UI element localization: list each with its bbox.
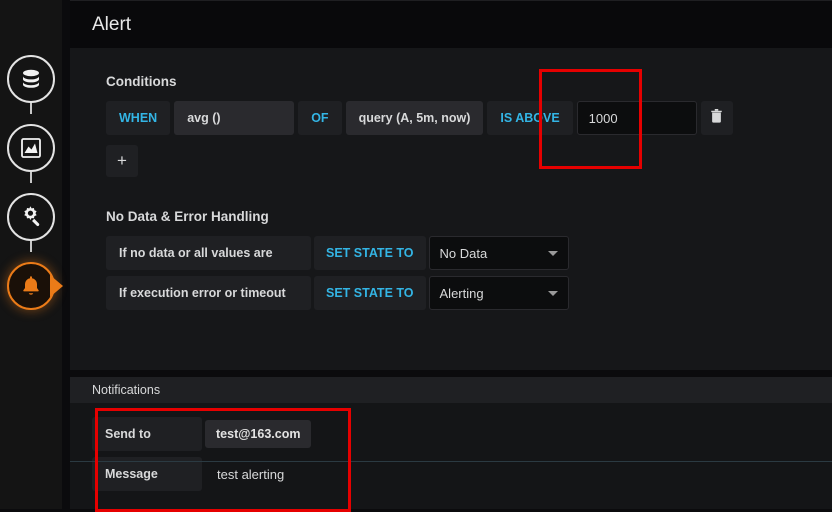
alert-step-circle[interactable] xyxy=(7,262,55,310)
conditions-header: Conditions xyxy=(106,74,832,89)
notifications-panel: Notifications Send to test@163.com Messa… xyxy=(70,377,832,509)
condition-row: WHEN avg () OF query (A, 5m, now) IS ABO… xyxy=(106,101,832,135)
database-icon xyxy=(19,67,43,91)
condition-threshold-input[interactable]: 1000 xyxy=(577,101,697,135)
alert-panel: Alert Conditions WHEN avg () OF query (A… xyxy=(70,0,832,370)
message-label: Message xyxy=(92,457,202,491)
graph-icon xyxy=(19,136,43,160)
datasource-step-circle[interactable] xyxy=(7,55,55,103)
section-spacer xyxy=(106,177,832,209)
alert-panel-body: Conditions WHEN avg () OF query (A, 5m, … xyxy=(70,48,832,310)
condition-reducer-select[interactable]: avg () xyxy=(174,101,294,135)
handling-state-value: No Data xyxy=(440,246,488,261)
notification-message-row: Message test alerting xyxy=(92,457,832,491)
page-title: Alert xyxy=(92,14,131,36)
handling-condition-label: If execution error or timeout xyxy=(106,276,311,310)
general-settings-step-circle[interactable] xyxy=(7,193,55,241)
notifications-body: Send to test@163.com Message test alerti… xyxy=(70,403,832,491)
handling-state-select-error[interactable]: Alerting xyxy=(429,276,569,310)
handling-row-nodata: If no data or all values are null SET ST… xyxy=(106,236,832,270)
sidebar-item-general-settings[interactable] xyxy=(0,182,62,251)
sidebar-item-alert[interactable] xyxy=(0,251,62,320)
notification-send-to-row: Send to test@163.com xyxy=(92,417,832,451)
add-condition-button[interactable]: + xyxy=(106,145,138,177)
condition-when-label[interactable]: WHEN xyxy=(106,101,170,135)
active-step-arrow xyxy=(50,275,63,297)
handling-state-select-nodata[interactable]: No Data xyxy=(429,236,569,270)
condition-of-label: OF xyxy=(298,101,341,135)
gear-wrench-icon xyxy=(19,204,44,229)
chevron-down-icon xyxy=(548,251,558,256)
chevron-down-icon xyxy=(548,291,558,296)
bell-icon xyxy=(19,274,43,298)
condition-delete-button[interactable] xyxy=(701,101,733,135)
message-input[interactable]: test alerting xyxy=(205,467,284,482)
alert-panel-header: Alert xyxy=(70,1,832,48)
condition-evaluator-select[interactable]: IS ABOVE xyxy=(487,101,572,135)
sidebar-item-visualization[interactable] xyxy=(0,113,62,182)
visualization-step-circle[interactable] xyxy=(7,124,55,172)
wizard-stepper xyxy=(0,44,62,320)
sidebar-item-datasource[interactable] xyxy=(0,44,62,113)
wizard-sidebar xyxy=(0,0,62,509)
send-to-label: Send to xyxy=(92,417,202,451)
trash-icon xyxy=(710,109,723,128)
notifications-divider xyxy=(70,461,832,462)
notifications-header: Notifications xyxy=(70,377,832,403)
handling-header: No Data & Error Handling xyxy=(106,209,832,224)
handling-condition-label: If no data or all values are null xyxy=(106,236,311,270)
handling-action-label: SET STATE TO xyxy=(314,236,426,270)
send-to-recipient-tag[interactable]: test@163.com xyxy=(205,420,311,448)
condition-query-params[interactable]: query (A, 5m, now) xyxy=(346,101,484,135)
handling-state-value: Alerting xyxy=(440,286,484,301)
handling-action-label: SET STATE TO xyxy=(314,276,426,310)
handling-row-error: If execution error or timeout SET STATE … xyxy=(106,276,832,310)
